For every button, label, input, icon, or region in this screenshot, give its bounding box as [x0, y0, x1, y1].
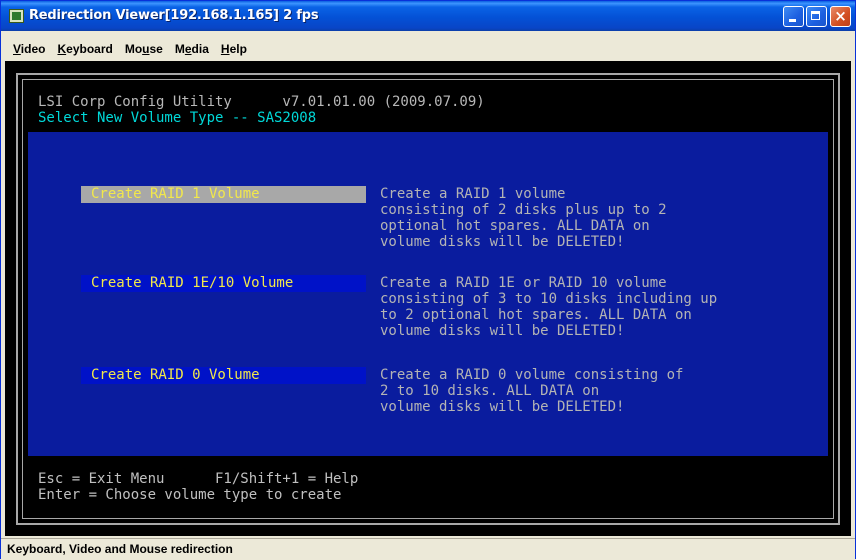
menu-keyboard[interactable]: Keyboard	[57, 39, 112, 59]
option-create-raid0[interactable]: Create RAID 0 Volume	[81, 367, 366, 384]
close-button[interactable]: ×	[830, 6, 851, 27]
screen-subtitle: Select New Volume Type -- SAS2008	[38, 110, 317, 126]
option-create-raid1[interactable]: Create RAID 1 Volume	[81, 186, 366, 203]
status-bar: Keyboard, Video and Mouse redirection	[1, 538, 855, 560]
remote-console-screen[interactable]: LSI Corp Config Utility v7.01.01.00 (200…	[5, 61, 851, 536]
menu-mouse[interactable]: Mouse	[125, 39, 163, 59]
footer-hint-enter: Enter = Choose volume type to create	[38, 487, 342, 503]
menu-mnemonic: K	[57, 42, 67, 56]
option-create-raid1e10[interactable]: Create RAID 1E/10 Volume	[81, 275, 366, 292]
menu-bar: Video Keyboard Mouse Media Help	[3, 38, 251, 58]
minimize-button[interactable]	[783, 6, 804, 27]
maximize-button[interactable]	[806, 6, 827, 27]
window-title: Redirection Viewer[192.168.1.165] 2 fps	[29, 8, 319, 23]
menu-video[interactable]: Video	[13, 39, 45, 59]
option-raid0-description: Create a RAID 0 volume consisting of 2 t…	[380, 367, 684, 415]
option-raid1-description: Create a RAID 1 volume consisting of 2 d…	[380, 186, 667, 250]
menu-mnemonic: u	[142, 42, 150, 56]
menu-media[interactable]: Media	[175, 39, 209, 59]
volume-type-panel: Create RAID 1 Volume Create a RAID 1 vol…	[28, 132, 828, 456]
menu-mnemonic: V	[13, 42, 21, 56]
option-raid1e10-description: Create a RAID 1E or RAID 10 volume consi…	[380, 275, 718, 339]
footer-hint-exit-help: Esc = Exit Menu F1/Shift+1 = Help	[38, 471, 359, 487]
menu-mnemonic: H	[220, 42, 230, 56]
menu-mnemonic: e	[184, 42, 192, 56]
app-icon[interactable]	[9, 9, 24, 23]
redirection-viewer-window: Redirection Viewer[192.168.1.165] 2 fps …	[0, 0, 856, 560]
utility-header: LSI Corp Config Utility v7.01.01.00 (200…	[38, 94, 485, 110]
config-utility-inner-frame: LSI Corp Config Utility v7.01.01.00 (200…	[22, 79, 834, 519]
menu-help[interactable]: Help	[221, 39, 247, 59]
title-bar[interactable]: Redirection Viewer[192.168.1.165] 2 fps …	[1, 1, 855, 31]
config-utility-frame: LSI Corp Config Utility v7.01.01.00 (200…	[16, 73, 840, 525]
status-text: Keyboard, Video and Mouse redirection	[7, 542, 233, 556]
close-icon: ×	[834, 7, 847, 25]
